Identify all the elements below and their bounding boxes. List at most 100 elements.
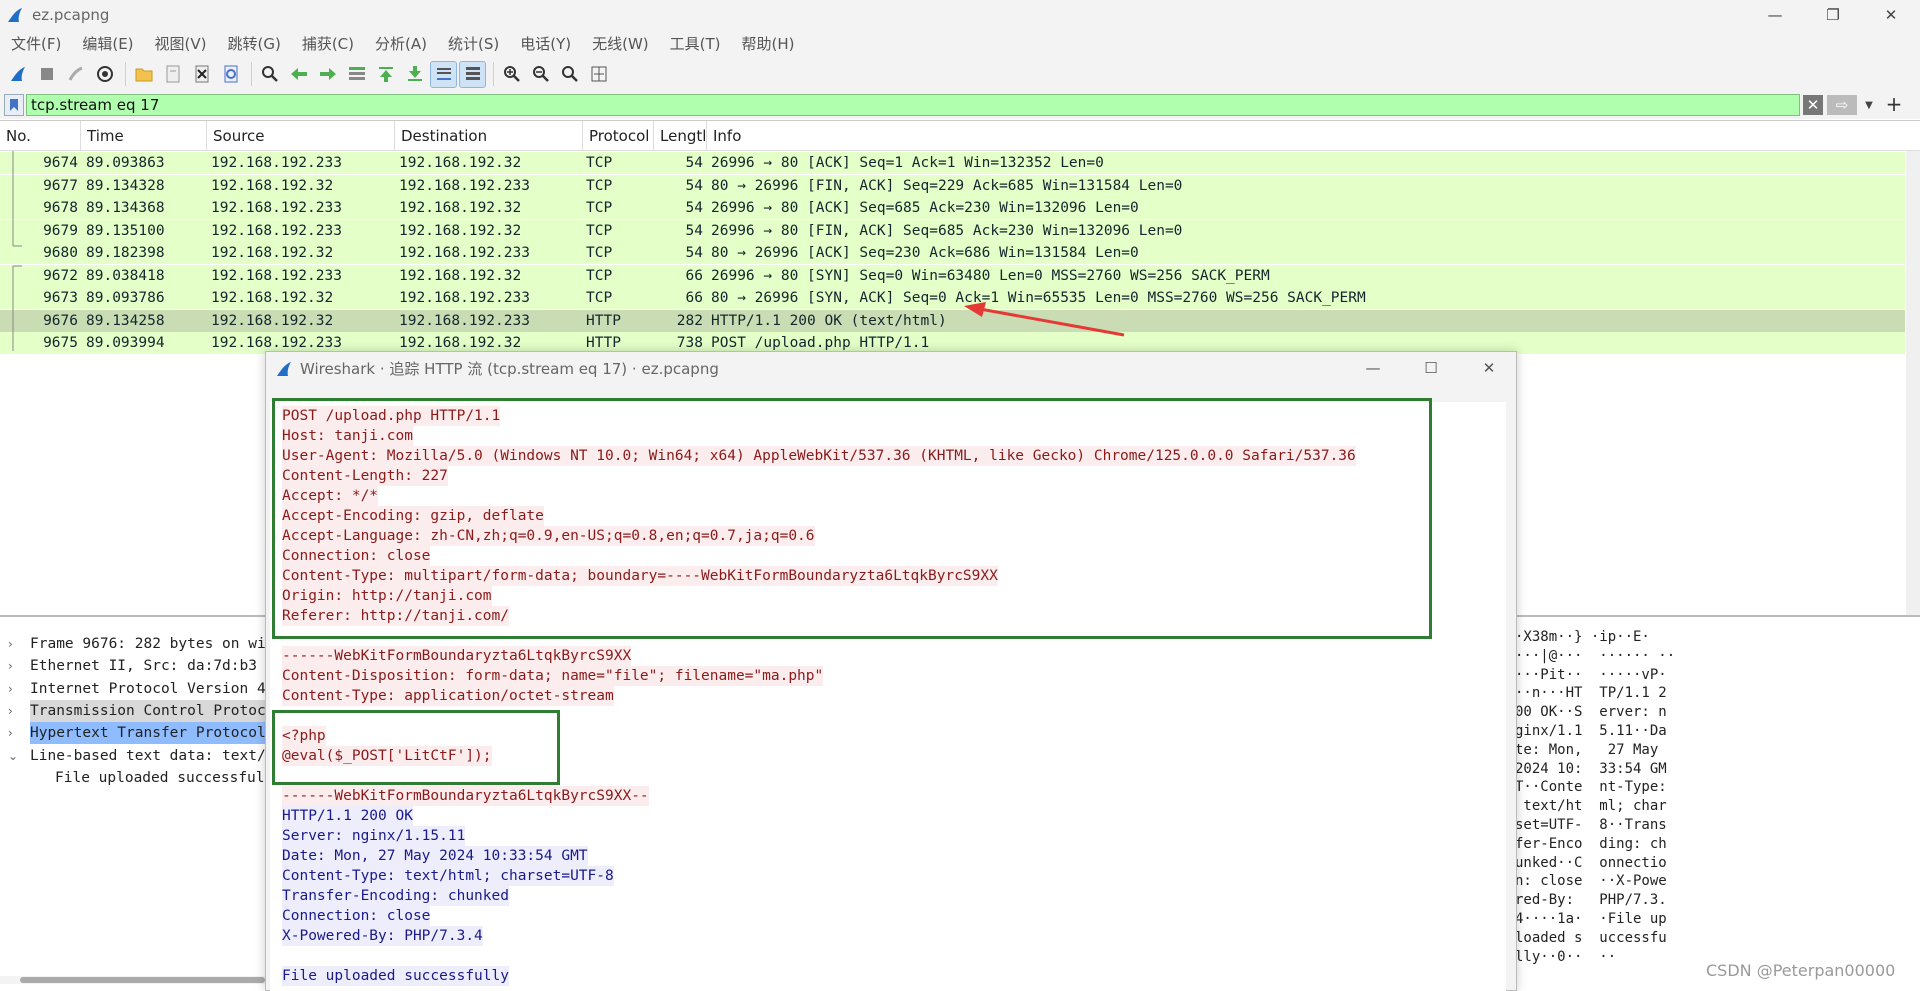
detail-tree-label: Internet Protocol Version 4 (30, 680, 265, 697)
dialog-close-button[interactable]: ✕ (1460, 352, 1518, 384)
request-line: ------WebKitFormBoundaryzta6LtqkByrcS9XX (282, 646, 632, 666)
packet-row[interactable]: 9678 89.134368 192.168.192.233 192.168.192.… (0, 197, 1905, 219)
column-source[interactable]: Source (207, 121, 395, 151)
restart-capture-icon[interactable] (63, 62, 88, 87)
first-packet-icon[interactable] (373, 62, 398, 87)
column-no[interactable]: No. (0, 121, 81, 151)
bytes-ascii-line: set=UTF- 8··Trans (1515, 817, 1667, 833)
packet-row[interactable]: 9680 89.182398 192.168.192.32 192.168.192.2… (0, 242, 1905, 264)
packet-row[interactable]: 9677 89.134328 192.168.192.32 192.168.192.2… (0, 174, 1905, 197)
bytes-ascii-line: fer-Enco ding: ch (1515, 835, 1667, 852)
go-to-packet-icon[interactable] (344, 62, 369, 87)
packet-cell-time: 89.038418 (86, 267, 165, 284)
bytes-ascii-line: ·X38m··} ·ip··E· (1515, 629, 1650, 645)
collapsed-chevron-icon[interactable]: › (8, 722, 20, 744)
menu-item[interactable]: 跳转(G) (228, 33, 281, 54)
packet-cell-time: 89.134328 (86, 177, 165, 194)
auto-scroll-icon[interactable] (430, 60, 457, 88)
capture-options-icon[interactable] (92, 62, 117, 87)
details-horizontal-scrollbar[interactable] (0, 976, 268, 984)
packet-cell-len: 54 (685, 245, 703, 261)
close-button[interactable]: ✕ (1862, 0, 1920, 29)
packet-cell-info: 26996 → 80 [ACK] Seq=685 Ack=230 Win=132… (711, 200, 1139, 216)
packet-row[interactable]: 9676 89.134258 192.168.192.32 192.168.192.2… (0, 309, 1905, 332)
packet-cell-len: 54 (685, 200, 703, 216)
packet-cell-time: 89.134368 (86, 200, 165, 216)
menu-item[interactable]: 分析(A) (375, 33, 427, 54)
save-file-icon[interactable] (160, 62, 185, 87)
response-line: X-Powered-By: PHP/7.3.4 (282, 926, 483, 946)
collapsed-chevron-icon[interactable]: › (8, 678, 20, 700)
collapsed-chevron-icon[interactable]: › (8, 633, 20, 655)
menu-item[interactable]: 工具(T) (670, 33, 721, 54)
detail-tree-item[interactable]: › Frame 9676: 282 bytes on wi (0, 633, 265, 655)
packet-row[interactable]: 9673 89.093786 192.168.192.32 192.168.192.2… (0, 287, 1905, 309)
apply-filter-icon[interactable]: ⇨ (1827, 95, 1857, 115)
filter-bookmark-icon[interactable] (4, 94, 24, 116)
zoom-normal-icon[interactable] (557, 62, 582, 87)
go-back-icon[interactable] (286, 62, 311, 87)
clear-filter-icon[interactable]: ✕ (1803, 95, 1823, 115)
menu-item[interactable]: 捕获(C) (302, 33, 354, 54)
start-capture-icon[interactable] (5, 62, 30, 87)
expanded-chevron-icon[interactable]: ⌄ (8, 745, 20, 767)
column-time[interactable]: Time (81, 121, 207, 151)
detail-tree-item[interactable]: File uploaded successful (0, 767, 265, 789)
detail-tree-item[interactable]: › Transmission Control Protoc (0, 699, 265, 722)
zoom-in-icon[interactable] (499, 62, 524, 87)
packet-list-scrollbar[interactable] (1906, 151, 1920, 616)
response-line: Connection: close (282, 906, 431, 926)
packet-cell-info: 80 → 26996 [SYN, ACK] Seq=0 Ack=1 Win=65… (711, 290, 1366, 306)
menu-item[interactable]: 帮助(H) (742, 33, 795, 54)
packet-cell-src: 192.168.192.32 (211, 312, 334, 329)
dialog-maximize-button[interactable]: ☐ (1402, 352, 1460, 384)
conversation-bracket-icon (12, 151, 22, 351)
bytes-ascii-line: ···Pit·· ·····vP· (1515, 666, 1667, 683)
menu-item[interactable]: 电话(Y) (520, 33, 571, 54)
minimize-button[interactable]: — (1746, 0, 1804, 29)
menu-item[interactable]: 视图(V) (155, 33, 207, 54)
packet-row[interactable]: 9674 89.093863 192.168.192.233 192.168.192.… (0, 152, 1905, 174)
packet-cell-src: 192.168.192.233 (211, 267, 342, 284)
column-protocol[interactable]: Protocol (583, 121, 654, 151)
menu-item[interactable]: 编辑(E) (82, 33, 133, 54)
bytes-ascii-line: ···|@··· ······ ·· (1515, 647, 1676, 664)
detail-tree-item[interactable]: › Ethernet II, Src: da:7d:b3 (0, 655, 265, 677)
find-packet-icon[interactable] (257, 62, 282, 87)
collapsed-chevron-icon[interactable]: › (8, 700, 20, 722)
wireshark-fin-icon (8, 7, 22, 22)
menu-item[interactable]: 统计(S) (448, 33, 499, 54)
detail-tree-item[interactable]: › Hypertext Transfer Protocol (0, 722, 265, 745)
packet-cell-len: 282 (676, 312, 703, 329)
go-forward-icon[interactable] (315, 62, 340, 87)
packet-row[interactable]: 9672 89.038418 192.168.192.233 192.168.192.… (0, 264, 1905, 287)
display-filter-input[interactable]: tcp.stream eq 17 (26, 94, 1800, 116)
reload-file-icon[interactable] (218, 62, 243, 87)
stop-capture-icon[interactable] (34, 62, 59, 87)
title-bar: ez.pcapng — ❐ ✕ (0, 0, 1920, 29)
bytes-ascii-line: lly··0·· ·· (1515, 948, 1617, 965)
bytes-ascii-line: 2024 10: 33:54 GM (1515, 760, 1667, 777)
packet-row[interactable]: 9679 89.135100 192.168.192.233 192.168.192.… (0, 219, 1905, 242)
open-file-icon[interactable] (131, 62, 156, 87)
detail-tree-item[interactable]: › Internet Protocol Version 4 (0, 678, 265, 700)
colorize-list-icon[interactable] (459, 60, 486, 88)
menu-item[interactable]: 无线(W) (592, 33, 649, 54)
close-file-icon[interactable] (189, 62, 214, 87)
column-length[interactable]: Lengtl (654, 121, 707, 151)
scrollbar-thumb[interactable] (20, 977, 265, 983)
zoom-out-icon[interactable] (528, 62, 553, 87)
last-packet-icon[interactable] (402, 62, 427, 87)
column-info[interactable]: Info (707, 121, 1905, 151)
menu-item[interactable]: 文件(F) (11, 33, 61, 54)
main-toolbar (0, 57, 1920, 91)
packet-cell-dst: 192.168.192.32 (399, 200, 522, 216)
column-destination[interactable]: Destination (395, 121, 583, 151)
detail-tree-item[interactable]: ⌄ Line-based text data: text/ (0, 745, 265, 767)
maximize-button[interactable]: ❐ (1804, 0, 1862, 29)
resize-columns-icon[interactable] (586, 62, 611, 87)
add-filter-button-icon[interactable]: + (1884, 92, 1904, 116)
collapsed-chevron-icon[interactable]: › (8, 655, 20, 677)
filter-history-dropdown-icon[interactable]: ▼ (1860, 95, 1878, 115)
dialog-minimize-button[interactable]: — (1344, 352, 1402, 384)
